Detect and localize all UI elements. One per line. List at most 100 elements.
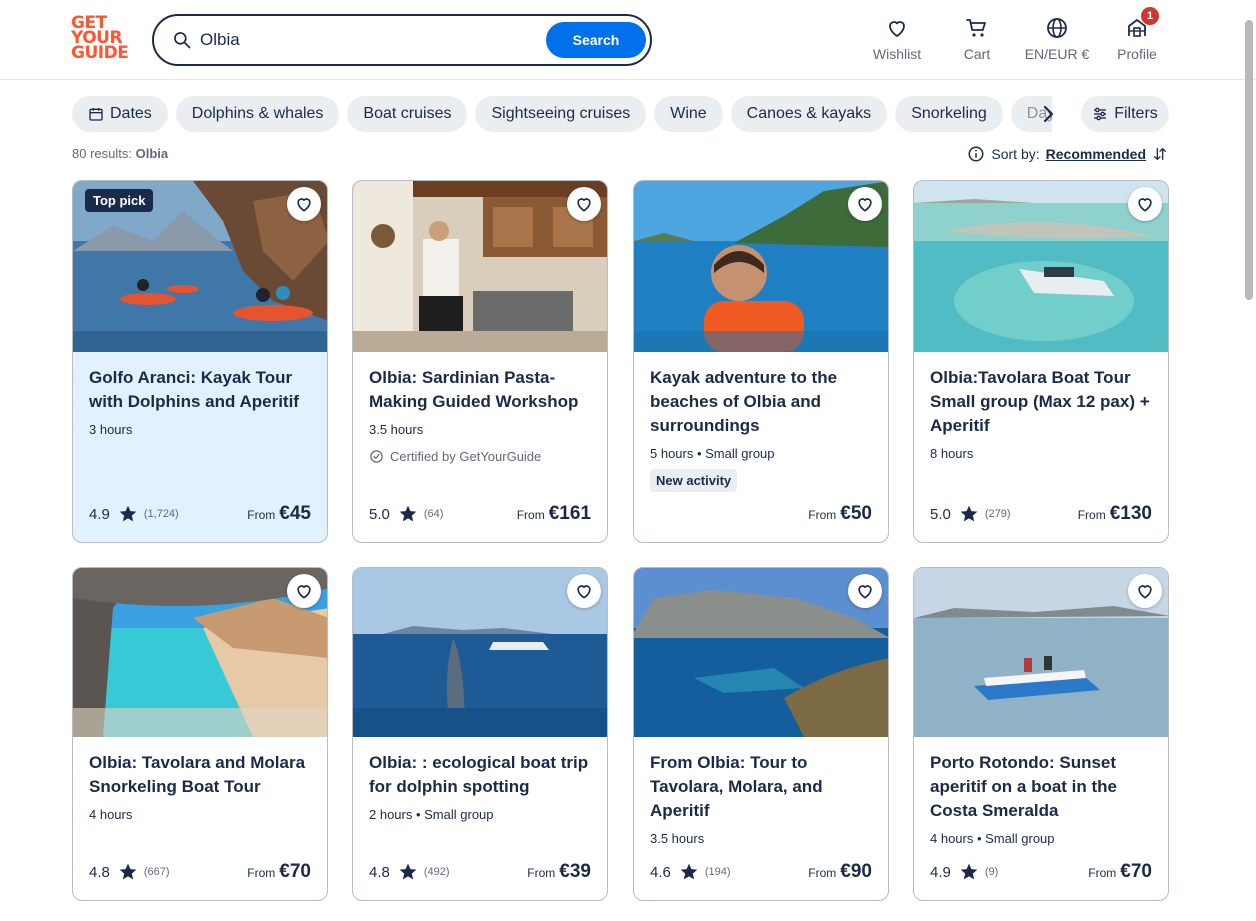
- chip-dolphins-whales[interactable]: Dolphins & whales: [175, 96, 340, 132]
- activity-card[interactable]: Olbia:Tavolara Boat Tour Small group (Ma…: [913, 180, 1169, 543]
- chevron-right-icon[interactable]: [1036, 102, 1060, 126]
- wishlist-button[interactable]: [848, 187, 882, 221]
- card-footer: 4.9 (9) From €70: [930, 860, 1152, 884]
- card-body: Olbia: : ecological boat trip for dolphi…: [353, 737, 607, 822]
- price-from: From: [516, 508, 545, 522]
- activity-image: [914, 181, 1168, 352]
- heart-icon: [297, 198, 311, 212]
- activity-card[interactable]: Porto Rotondo: Sunset aperitif on a boat…: [913, 567, 1169, 901]
- nav-profile-label: Profile: [1117, 46, 1157, 62]
- heart-icon: [577, 198, 591, 212]
- wishlist-button[interactable]: [567, 187, 601, 221]
- heart-icon: [858, 198, 872, 212]
- card-body: Kayak adventure to the beaches of Olbia …: [634, 352, 888, 492]
- results-prefix: 80 results:: [72, 146, 132, 161]
- star-icon: [960, 505, 978, 522]
- results-count: 80 results: Olbia: [72, 146, 168, 161]
- nav-cart[interactable]: Cart: [937, 16, 1017, 62]
- price: From €39: [527, 861, 591, 883]
- activity-title[interactable]: Porto Rotondo: Sunset aperitif on a boat…: [930, 751, 1152, 823]
- chip-label: Canoes & kayaks: [746, 105, 872, 122]
- review-count: (279): [984, 508, 1011, 520]
- price: From €70: [1088, 861, 1152, 883]
- search-button[interactable]: Search: [546, 22, 646, 58]
- activity-card[interactable]: Top pick Golfo Aranci: Kayak Tour with D…: [72, 180, 328, 543]
- price-from: From: [808, 508, 837, 522]
- wishlist-button[interactable]: [1128, 187, 1162, 221]
- nav-wishlist[interactable]: Wishlist: [857, 16, 937, 62]
- card-footer: 4.6 (194) From €90: [650, 860, 872, 884]
- chip-boat-cruises[interactable]: Boat cruises: [347, 96, 468, 132]
- chip-sightseeing-cruises[interactable]: Sightseeing cruises: [475, 96, 647, 132]
- price-amount: €70: [1120, 861, 1152, 882]
- review-count: (492): [423, 866, 450, 878]
- cart-icon: [966, 19, 986, 37]
- activity-image: [914, 568, 1168, 737]
- heart-icon: [297, 585, 311, 599]
- chip-label: Boat cruises: [363, 105, 452, 122]
- price-from: From: [808, 866, 837, 880]
- wishlist-button[interactable]: [287, 574, 321, 608]
- price-from: From: [1088, 866, 1117, 880]
- certified-label: Certified by GetYourGuide: [390, 449, 542, 464]
- price-from: From: [527, 866, 556, 880]
- price-amount: €130: [1109, 503, 1152, 524]
- wishlist-button[interactable]: [848, 574, 882, 608]
- chip-canoes-kayaks[interactable]: Canoes & kayaks: [730, 96, 888, 132]
- chip-label: Snorkeling: [911, 105, 987, 122]
- card-body: Olbia: Sardinian Pasta-Making Guided Wor…: [353, 352, 607, 464]
- card-footer: 4.8 (492) From €39: [369, 860, 591, 884]
- chip-snorkeling[interactable]: Snorkeling: [895, 96, 1003, 132]
- chip-wine[interactable]: Wine: [654, 96, 723, 132]
- card-body: Olbia:Tavolara Boat Tour Small group (Ma…: [914, 352, 1168, 461]
- nav-cart-label: Cart: [963, 46, 991, 62]
- sort-value[interactable]: Recommended: [1046, 146, 1146, 162]
- search-input[interactable]: [200, 27, 530, 53]
- nav-profile[interactable]: 1 Profile: [1097, 7, 1177, 62]
- card-body: From Olbia: Tour to Tavolara, Molara, an…: [634, 737, 888, 846]
- activity-image: [634, 568, 888, 737]
- activity-card[interactable]: From Olbia: Tour to Tavolara, Molara, an…: [633, 567, 889, 901]
- price-amount: €50: [840, 503, 872, 524]
- globe-icon: [1047, 18, 1067, 38]
- price: From €70: [247, 861, 311, 883]
- page: GET YOUR GUIDE Search Wishlist Cart EN/E…: [0, 0, 1256, 921]
- sort-control[interactable]: Sort by: Recommended: [967, 145, 1168, 163]
- price-amount: €161: [548, 503, 591, 524]
- wishlist-button[interactable]: [287, 187, 321, 221]
- nav-language-currency[interactable]: EN/EUR €: [1017, 16, 1097, 62]
- profile-icon-wrap: 1: [1125, 7, 1159, 40]
- sort-label: Sort by:: [991, 146, 1040, 162]
- activity-card[interactable]: Olbia: : ecological boat trip for dolphi…: [352, 567, 608, 901]
- activity-title[interactable]: Olbia:Tavolara Boat Tour Small group (Ma…: [930, 366, 1152, 438]
- activity-title[interactable]: Olbia: Tavolara and Molara Snorkeling Bo…: [89, 751, 311, 799]
- page-scrollbar[interactable]: [1245, 20, 1253, 300]
- activity-image: [634, 181, 888, 352]
- info-icon[interactable]: [967, 145, 985, 163]
- star-icon: [399, 863, 417, 880]
- card-body: Olbia: Tavolara and Molara Snorkeling Bo…: [73, 737, 327, 822]
- badge-check-icon: [370, 450, 383, 463]
- filters-button[interactable]: Filters: [1081, 96, 1169, 132]
- star-icon: [399, 505, 417, 522]
- search-bar: Search: [152, 14, 652, 66]
- chip-dates[interactable]: Dates: [72, 96, 168, 132]
- heart-icon: [1138, 585, 1152, 599]
- activity-title[interactable]: Kayak adventure to the beaches of Olbia …: [650, 366, 872, 438]
- activity-card[interactable]: Kayak adventure to the beaches of Olbia …: [633, 180, 889, 543]
- activity-title[interactable]: Olbia: Sardinian Pasta-Making Guided Wor…: [369, 366, 591, 414]
- activity-title[interactable]: Olbia: : ecological boat trip for dolphi…: [369, 751, 591, 799]
- logo[interactable]: GET YOUR GUIDE: [71, 15, 131, 64]
- sort-arrows-icon[interactable]: [1152, 146, 1168, 162]
- card-footer: From €50: [650, 502, 872, 526]
- chip-label: Dates: [110, 105, 152, 122]
- star-icon: [960, 863, 978, 880]
- wishlist-button[interactable]: [1128, 574, 1162, 608]
- review-count: (1,724): [143, 508, 179, 520]
- nav-wishlist-label: Wishlist: [872, 46, 922, 62]
- activity-title[interactable]: Golfo Aranci: Kayak Tour with Dolphins a…: [89, 366, 311, 414]
- activity-title[interactable]: From Olbia: Tour to Tavolara, Molara, an…: [650, 751, 872, 823]
- activity-card[interactable]: Olbia: Tavolara and Molara Snorkeling Bo…: [72, 567, 328, 901]
- wishlist-button[interactable]: [567, 574, 601, 608]
- activity-card[interactable]: Olbia: Sardinian Pasta-Making Guided Wor…: [352, 180, 608, 543]
